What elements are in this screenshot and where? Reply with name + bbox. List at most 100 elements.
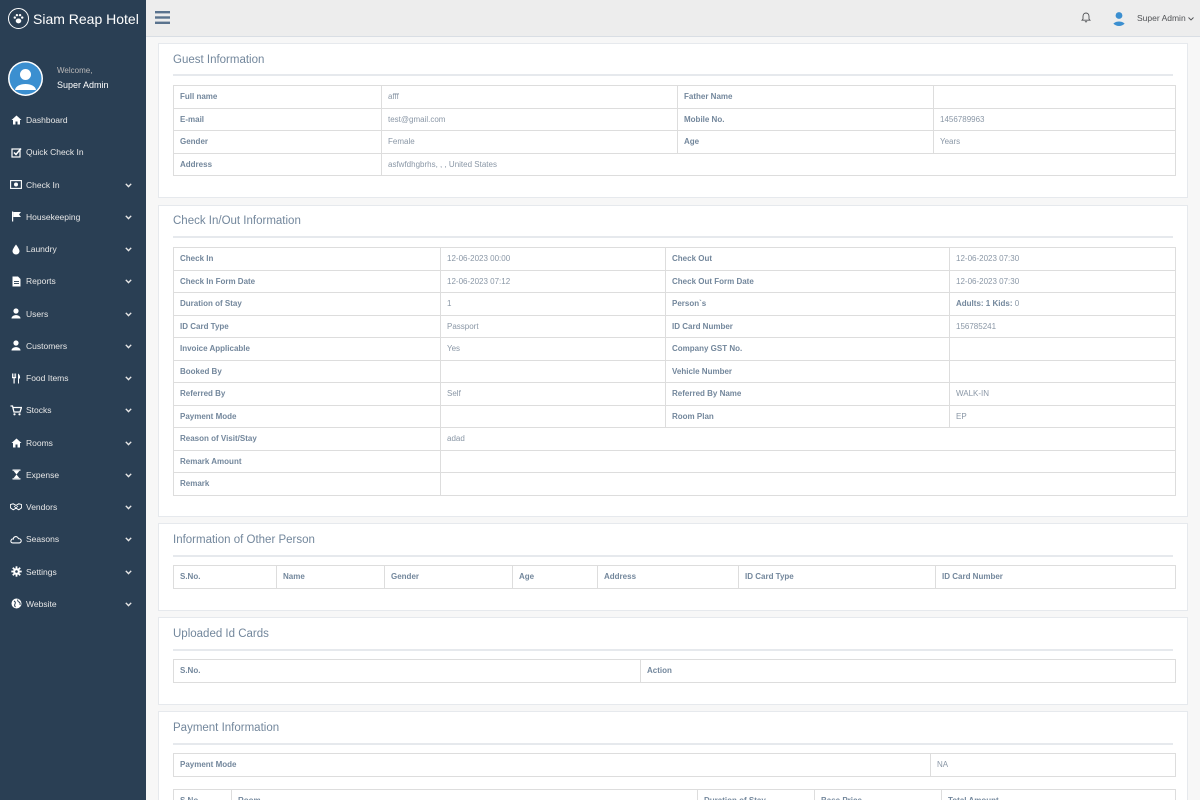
paw-icon (8, 8, 29, 29)
sidebar-item-check-in[interactable]: Check In (0, 169, 146, 201)
field-label: Reason of Visit/Stay (173, 427, 441, 451)
chevron-down-icon (125, 180, 132, 190)
column-header-action: Action (640, 659, 1176, 683)
brand[interactable]: Siam Reap Hotel (0, 0, 146, 37)
table-row: Check In Form Date 12-06-2023 07:12 Check … (173, 269, 1176, 293)
column-header-gender: Gender (384, 565, 513, 589)
address-label: Address (173, 152, 382, 176)
sidebar-item-label: Food Items (26, 373, 69, 384)
check-in-out-panel: Check In/Out Information Check In 12-06-2… (158, 205, 1188, 517)
sidebar-item-reports[interactable]: Reports (0, 265, 146, 297)
sidebar-item-rooms[interactable]: Rooms (0, 427, 146, 459)
flag-icon (10, 211, 22, 223)
sidebar-item-label: Rooms (26, 437, 53, 448)
field-value (933, 85, 1176, 109)
field-value: Years (933, 130, 1176, 154)
drop-icon (10, 243, 22, 255)
column-header-total-amount: Total Amount (941, 789, 1176, 800)
bell-icon[interactable] (1081, 12, 1091, 25)
chevron-down-icon (125, 534, 132, 544)
sidebar-item-label: Vendors (26, 502, 58, 513)
table-row: Payment Mode NA (173, 753, 1176, 777)
field-value: Self (440, 382, 666, 406)
checkbox-icon (10, 146, 22, 158)
column-header-s-no: S.No. (173, 789, 232, 800)
sidebar-item-website[interactable]: Website (0, 588, 146, 620)
home-icon (10, 437, 22, 449)
column-header-base-price: Base Price (814, 789, 942, 800)
welcome-text: Welcome, (57, 65, 93, 75)
sidebar-item-quick-check-in[interactable]: Quick Check In (0, 136, 146, 168)
table-row: Address asfwfdhgbrhs, , , United States (173, 152, 1176, 176)
field-value: Yes (440, 337, 666, 361)
field-value: Female (381, 130, 678, 154)
chevron-down-icon (125, 309, 132, 319)
field-label: Gender (173, 130, 382, 154)
uploaded-id-cards-table: S.No. Action (173, 659, 1176, 683)
field-value (440, 359, 666, 383)
table-row: Payment Mode Room Plan EP (173, 404, 1176, 428)
user-menu[interactable]: Super Admin (1111, 10, 1194, 26)
table-row: Check In 12-06-2023 00:00 Check Out 12-06-2… (173, 247, 1176, 271)
home-icon (10, 114, 22, 126)
uploaded-id-cards-panel: Uploaded Id Cards S.No. Action (158, 617, 1188, 705)
check-in-out-table: Check In 12-06-2023 00:00 Check Out 12-06-2… (173, 247, 1176, 496)
sidebar-item-expense[interactable]: Expense (0, 459, 146, 491)
sidebar-item-users[interactable]: Users (0, 298, 146, 330)
table-row: Duration of Stay 1 Person`s Adults: 1 Kids:… (173, 292, 1176, 316)
sidebar-item-label: Laundry (26, 244, 57, 255)
avatar[interactable] (8, 60, 43, 96)
column-header-age: Age (512, 565, 598, 589)
table-header-row: S.No.RoomDuration of StayBase PriceTotal… (173, 789, 1176, 800)
sidebar-item-customers[interactable]: Customers (0, 330, 146, 362)
column-header-id-card-type: ID Card Type (738, 565, 936, 589)
column-header-duration-of-stay: Duration of Stay (697, 789, 815, 800)
sidebar-item-settings[interactable]: Settings (0, 556, 146, 588)
sidebar-item-food-items[interactable]: Food Items (0, 362, 146, 394)
sidebar-item-label: Seasons (26, 534, 60, 545)
sidebar-item-stocks[interactable]: Stocks (0, 394, 146, 426)
panel-title: Check In/Out Information (173, 215, 301, 227)
sidebar-item-seasons[interactable]: Seasons (0, 523, 146, 555)
field-label: Payment Mode (173, 404, 441, 428)
sidebar-item-label: Stocks (26, 405, 52, 416)
payment-mode-table: Payment Mode NA (173, 753, 1176, 777)
sidebar-item-dashboard[interactable]: Dashboard (0, 104, 146, 136)
field-value: 12-06-2023 07:30 (949, 269, 1176, 293)
field-label: Company GST No. (665, 337, 950, 361)
sidebar-item-vendors[interactable]: Vendors (0, 491, 146, 523)
field-label: Referred By (173, 382, 441, 406)
field-label: Check Out (665, 247, 950, 271)
persons-value: Adults: 1 Kids: 0 (949, 292, 1176, 316)
user-icon (10, 340, 22, 352)
user-avatar-icon (1111, 10, 1127, 26)
field-label: Check In Form Date (173, 269, 441, 293)
table-header-row: S.No. Name Gender Age Address ID Card Type ID … (173, 565, 1176, 589)
hamburger-menu-icon[interactable] (155, 11, 170, 26)
field-label: Person`s (665, 292, 950, 316)
chevron-down-icon (125, 438, 132, 448)
column-header-s-no: S.No. (173, 659, 641, 683)
field-value: 1 (440, 292, 666, 316)
field-label: ID Card Type (173, 314, 441, 338)
sidebar-item-housekeeping[interactable]: Housekeeping (0, 201, 146, 233)
table-row: Booked By Vehicle Number (173, 359, 1176, 383)
payment-mode-value: NA (930, 753, 1176, 777)
table-row: E-mail test@gmail.com Mobile No. 1456789963 (173, 107, 1176, 131)
field-label: Remark Amount (173, 449, 441, 473)
field-label: Age (677, 130, 934, 154)
sidebar-item-laundry[interactable]: Laundry (0, 233, 146, 265)
chevron-down-icon (125, 502, 132, 512)
chevron-down-icon (125, 212, 132, 222)
payment-rooms-table: S.No.RoomDuration of StayBase PriceTotal… (173, 789, 1176, 800)
field-value: 12-06-2023 00:00 (440, 247, 666, 271)
field-label: Booked By (173, 359, 441, 383)
chevron-down-icon (125, 405, 132, 415)
field-value (440, 404, 666, 428)
table-header-row: S.No. Action (173, 659, 1176, 683)
sidebar: Siam Reap Hotel Welcome, Super Admin Das… (0, 0, 146, 800)
table-row: Remark Amount (173, 449, 1176, 473)
adults-count: 1 (985, 299, 991, 309)
sidebar-menu: Dashboard Quick Check In Check In Housekeep… (0, 104, 146, 620)
field-label: Room Plan (665, 404, 950, 428)
